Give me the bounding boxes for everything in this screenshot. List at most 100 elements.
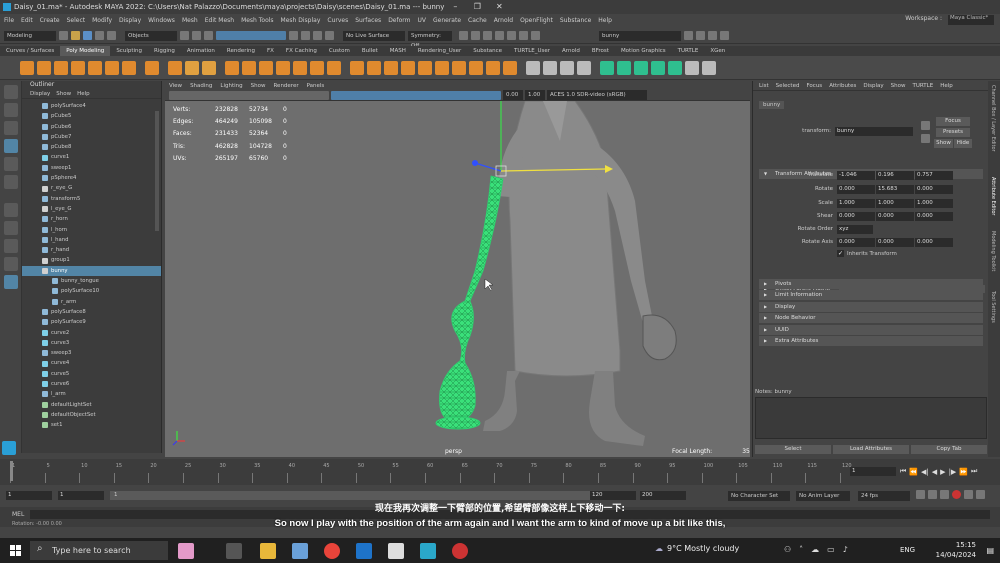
outliner-item-pcube5[interactable]: pCube5 (22, 111, 161, 121)
ae-menu-display[interactable]: Display (863, 83, 883, 89)
rotate-z-field[interactable]: 0.000 (915, 185, 953, 194)
section-extra-attributes[interactable]: Extra Attributes (759, 336, 983, 346)
exposure-field[interactable]: 0.00 (503, 90, 523, 100)
outliner-item-sweep1[interactable]: sweep1 (22, 163, 161, 173)
workspace-dropdown[interactable]: Maya Classic* (948, 15, 994, 25)
outliner-item-polysurface10[interactable]: polySurface10 (22, 286, 161, 296)
side-tab-tool-settings[interactable]: Tool Settings (990, 291, 996, 323)
four-view-layout-icon[interactable] (4, 239, 18, 253)
menu-uv[interactable]: UV (418, 17, 427, 24)
ae-menu-turtle[interactable]: TURTLE (912, 83, 933, 89)
play-forward-icon[interactable]: ▶ (940, 468, 945, 476)
multi-cut-icon[interactable] (526, 60, 540, 75)
volume-icon[interactable]: ♪ (843, 545, 848, 554)
outliner-item-l-arm[interactable]: l_arm (22, 389, 161, 399)
outliner-item-r-horn[interactable]: r_horn (22, 214, 161, 224)
symmetry-dropdown[interactable]: Symmetry: Off (408, 30, 452, 49)
hierarchy-mode-icon[interactable] (180, 31, 189, 40)
gamma-field[interactable]: 1.00 (525, 90, 545, 100)
rotate-axis-z-field[interactable]: 0.000 (915, 238, 953, 247)
object-mode-icon[interactable] (192, 31, 201, 40)
shelf-tab-xgen[interactable]: XGen (704, 46, 731, 56)
move-manipulator-z-axis[interactable] (474, 162, 502, 172)
shelf-tab-turtle[interactable]: TURTLE (672, 46, 705, 56)
bridge-icon[interactable] (367, 60, 381, 75)
outliner-item-bunny-tongue[interactable]: bunny_tongue (22, 276, 161, 286)
outliner-item-curve5[interactable]: curve5 (22, 369, 161, 379)
svg-icon[interactable] (202, 60, 216, 75)
menu-select[interactable]: Select (67, 17, 86, 24)
rotate-axis-x-field[interactable]: 0.000 (837, 238, 875, 247)
new-scene-icon[interactable] (59, 31, 68, 40)
normal-map-icon[interactable] (685, 60, 699, 75)
shear-x-field[interactable]: 0.000 (837, 212, 875, 221)
poly-torus-icon[interactable] (88, 60, 102, 75)
shelf-tab-rendering[interactable]: Rendering (221, 46, 261, 56)
menu-surfaces[interactable]: Surfaces (355, 17, 381, 24)
sweep-mesh-icon[interactable] (168, 60, 182, 75)
snap-curve-icon[interactable] (301, 31, 310, 40)
select-button[interactable]: Select (755, 445, 831, 454)
range-bar[interactable]: 1 (110, 491, 590, 500)
shear-z-field[interactable]: 0.000 (915, 212, 953, 221)
weather-widget[interactable]: ☁ 9°C Mostly cloudy (655, 544, 739, 553)
extrude-icon[interactable] (350, 60, 364, 75)
shelf-tab-mash[interactable]: MASH (384, 46, 412, 56)
smooth-icon[interactable] (259, 60, 273, 75)
mail-icon[interactable] (356, 543, 372, 559)
mirror-icon[interactable] (327, 60, 341, 75)
menu-edit[interactable]: Edit (21, 17, 33, 24)
uv-snapshot-icon[interactable] (702, 60, 716, 75)
outliner-item-sweep3[interactable]: sweep3 (22, 348, 161, 358)
selected-hand-wireframe[interactable] (435, 416, 481, 430)
select-mode-dropdown[interactable]: Objects (125, 30, 177, 41)
poly-cone-icon[interactable] (71, 60, 85, 75)
quad-draw-icon[interactable] (577, 60, 591, 75)
hide-button[interactable]: Hide (954, 139, 972, 148)
close-button[interactable]: ✕ (488, 0, 510, 14)
language-indicator[interactable]: ENG (900, 546, 915, 554)
colorspace-dropdown[interactable]: ACES 1.0 SDR-video (sRGB) (547, 90, 647, 100)
shelf-tab-rigging[interactable]: Rigging (148, 46, 181, 56)
shelf-tab-turtle-user[interactable]: TURTLE_User (508, 46, 556, 56)
menu-generate[interactable]: Generate (433, 17, 461, 24)
snap-grid-icon[interactable] (289, 31, 298, 40)
shelf-tab-bullet[interactable]: Bullet (356, 46, 384, 56)
selected-arm-wireframe[interactable] (439, 175, 504, 422)
play-backward-icon[interactable]: ◀ (932, 468, 937, 476)
inherits-transform-checkbox[interactable]: ✓ (837, 250, 844, 257)
name-field-input[interactable]: bunny (599, 30, 681, 41)
person-icon[interactable] (976, 490, 985, 499)
separate-icon[interactable] (242, 60, 256, 75)
remesh-icon[interactable] (293, 60, 307, 75)
ae-menu-selected[interactable]: Selected (776, 83, 800, 89)
ae-menu-help[interactable]: Help (940, 83, 953, 89)
minimize-button[interactable]: – (444, 0, 466, 14)
snap-view-icon[interactable] (325, 31, 334, 40)
component-mode-icon[interactable] (204, 31, 213, 40)
save-scene-icon[interactable] (83, 31, 92, 40)
outliner-item-curve1[interactable]: curve1 (22, 152, 161, 162)
spherical-map-icon[interactable] (668, 60, 682, 75)
section-uuid[interactable]: UUID (759, 324, 983, 335)
poly-cylinder-icon[interactable] (54, 60, 68, 75)
menu-deform[interactable]: Deform (388, 17, 410, 24)
live-surface-dropdown[interactable]: No Live Surface (343, 30, 405, 41)
viewport-menu-lighting[interactable]: Lighting (220, 83, 242, 89)
rotate-y-field[interactable]: 15.683 (876, 185, 914, 194)
channel-box-toggle-icon[interactable] (720, 31, 729, 40)
chevron-up-icon[interactable]: ˄ (799, 545, 803, 554)
hypershade-icon[interactable] (507, 31, 516, 40)
shelf-tab-custom[interactable]: Custom (323, 46, 356, 56)
tool-settings-toggle-icon[interactable] (708, 31, 717, 40)
character-set-dropdown[interactable]: No Character Set (728, 491, 790, 501)
outliner-item-group1[interactable]: group1 (22, 255, 161, 265)
viewport-menu-shading[interactable]: Shading (190, 83, 212, 89)
side-tab-attribute-editor[interactable]: Attribute Editor (990, 177, 996, 215)
shading-toolbar-icons[interactable] (331, 90, 501, 100)
copilot-news-icon[interactable] (178, 543, 194, 559)
target-weld-icon[interactable] (543, 60, 557, 75)
rotate-order-dropdown[interactable]: xyz (837, 225, 873, 234)
ae-menu-focus[interactable]: Focus (806, 83, 822, 89)
menu-mesh[interactable]: Mesh (182, 17, 198, 24)
